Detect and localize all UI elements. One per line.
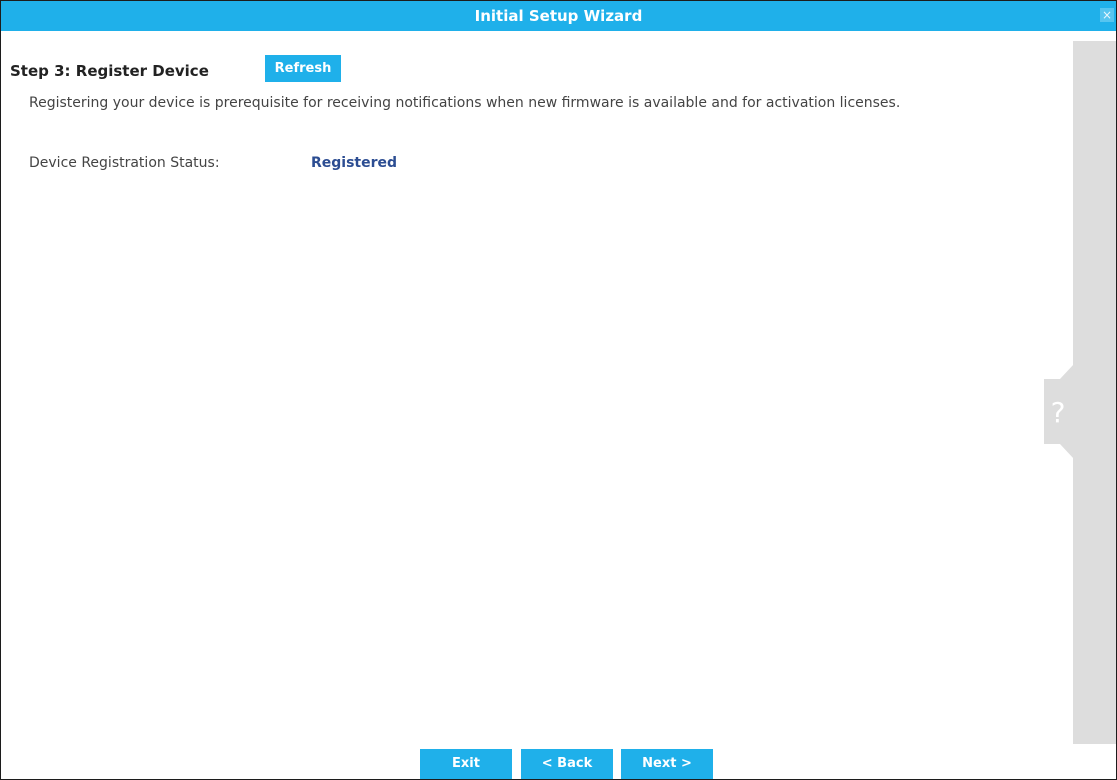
step-description: Registering your device is prerequisite … [29, 95, 901, 111]
exit-button[interactable]: Exit [420, 749, 512, 779]
help-icon[interactable]: ? [1044, 364, 1074, 459]
help-tab[interactable]: ? [1044, 364, 1074, 459]
svg-text:?: ? [1051, 396, 1066, 429]
title-bar: Initial Setup Wizard × [1, 1, 1116, 31]
registration-status-value: Registered [311, 155, 398, 171]
setup-wizard-window: Initial Setup Wizard × Step 3: Register … [0, 0, 1117, 780]
next-button[interactable]: Next > [621, 749, 713, 779]
refresh-button[interactable]: Refresh [265, 55, 341, 82]
window-title: Initial Setup Wizard [474, 7, 643, 25]
back-button[interactable]: < Back [521, 749, 613, 779]
registration-status-label: Device Registration Status: [29, 155, 220, 171]
side-panel [1073, 41, 1116, 744]
close-button[interactable]: × [1100, 8, 1114, 22]
step-title: Step 3: Register Device [10, 62, 209, 80]
